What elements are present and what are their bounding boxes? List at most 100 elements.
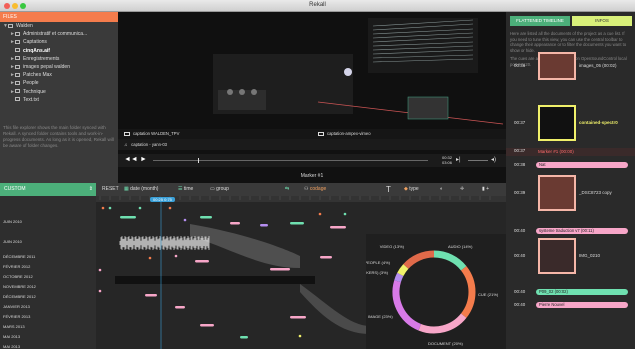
cue-time: 00:38 <box>514 162 526 167</box>
donut-label: OTHER (MARKERS) (3%) <box>366 270 389 275</box>
folder-icon <box>15 31 20 36</box>
donut-label: PEOPLE (4%) <box>366 260 391 265</box>
next-button[interactable]: ▸| <box>456 156 461 163</box>
audio-item[interactable]: ♫ captation - yann-03 <box>118 139 506 150</box>
cue-thumbnail <box>538 238 576 274</box>
folder-icon <box>8 23 13 28</box>
move-icon[interactable]: ✛ <box>460 183 464 196</box>
window-title: Rekall <box>309 2 326 8</box>
date-sort-button[interactable]: ▦ date (month) <box>124 183 158 196</box>
document-dot <box>98 289 102 293</box>
document-pill <box>200 324 214 327</box>
document-pill <box>195 260 209 263</box>
cue-item[interactable]: 00:36 images_05 (00:02) <box>506 52 635 80</box>
document-dot <box>183 218 187 222</box>
donut-label: DOCUMENT (20%) <box>428 341 463 346</box>
file-tree-item[interactable]: ► Captations <box>0 38 118 46</box>
file-tree-item[interactable]: ► Technique <box>0 88 118 96</box>
transport-bar: ◄◄ ► 00:32 03:06 ▸| ◂) <box>118 154 506 167</box>
document-pill <box>290 222 304 225</box>
timeline-view[interactable]: JUIN 2010 JUIN 2010 DÉCEMBRE 2011 FÉVRIER 2… <box>0 196 506 349</box>
play-button[interactable]: ► <box>140 156 147 163</box>
cue-time: 00:40 <box>514 253 526 258</box>
file-tree-item[interactable]: ▼ Walden <box>0 22 118 30</box>
video-preview[interactable]: captation WALDEN_TPV captation-ampex-vim… <box>118 12 506 139</box>
type-button[interactable]: ◆ type <box>404 183 419 196</box>
video-item-1[interactable]: captation WALDEN_TPV <box>124 129 179 139</box>
file-tree-item[interactable]: ► Patches Max <box>0 71 118 79</box>
text-tool-icon[interactable]: T <box>386 183 391 196</box>
donut-label: AUDIO (14%) <box>448 244 473 249</box>
video-item-2[interactable]: captation-ampex-vimeo <box>318 129 371 139</box>
file-tree: ▼ Walden ► Administratif et communica... ► Ca… <box>0 22 118 104</box>
binoculars-icon: ⚇ <box>304 186 309 192</box>
file-tree-item[interactable]: ► images pepal walden <box>0 63 118 71</box>
document-pill <box>290 316 306 319</box>
document-pill <box>120 216 136 219</box>
folder-icon <box>15 80 20 85</box>
tab-infos[interactable]: INFOS <box>572 16 632 26</box>
marker-label: Marker #1 <box>118 169 506 183</box>
calendar-icon: ▦ <box>124 186 129 192</box>
volume-slider[interactable] <box>468 160 488 161</box>
volume-icon[interactable]: ◂) <box>491 156 496 163</box>
file-tree-item[interactable]: ► People <box>0 79 118 87</box>
chevron-down-icon: ⇕ <box>88 186 93 192</box>
cue-pill: Nat <box>536 162 628 168</box>
cue-item[interactable]: 00:40 P09_02 (00:02) <box>506 289 635 297</box>
file-explorer-note: This file explorer shows the main folder… <box>3 125 114 148</box>
timeline-toolbar: CUSTOM ⇕ RESET ▦ date (month) ☰ time ▭ gr… <box>0 183 506 196</box>
cue-item[interactable]: 00:38 Nat <box>506 162 635 170</box>
cue-time: 00:39 <box>514 190 526 195</box>
seek-handle[interactable] <box>198 158 199 163</box>
time-sort-button[interactable]: ☰ time <box>178 183 193 196</box>
donut-label: IMAGE (23%) <box>368 314 393 319</box>
cue-item[interactable]: 00:37 Marker #1 (00:00) <box>506 148 635 156</box>
palette-icon[interactable]: ◐ <box>440 183 443 196</box>
video-frame <box>118 12 506 139</box>
tab-flattened-timeline[interactable]: FLATTENED TIMELINE <box>510 16 570 26</box>
video-icon <box>318 131 324 136</box>
donut-label: VIDEO (13%) <box>380 244 405 249</box>
document-dot <box>174 254 178 258</box>
document-dot <box>168 206 172 210</box>
cue-thumbnail <box>538 175 576 211</box>
file-tree-item[interactable]: ► Administratif et communica... <box>0 30 118 38</box>
group-button[interactable]: ▭ group <box>210 183 229 196</box>
cue-item[interactable]: 00:40 systeme traduction v7 (00:11) <box>506 228 635 236</box>
folder-icon <box>15 97 20 102</box>
cue-item[interactable]: 00:40 Pierre Nouvel <box>506 302 635 310</box>
cue-item[interactable]: 00:39 _DSC8723 copy <box>506 175 635 211</box>
donut-slice <box>394 272 404 283</box>
cue-item[interactable]: 00:37 contained-spectr0 <box>506 105 635 141</box>
flow-band <box>300 284 370 334</box>
cue-pill: Pierre Nouvel <box>536 302 628 308</box>
export-button[interactable]: ▮ + <box>482 183 489 196</box>
cue-pill: P09_02 (00:02) <box>536 289 628 295</box>
codage-button[interactable]: ⚇ codage <box>304 183 326 196</box>
reset-button[interactable]: RESET <box>102 183 119 196</box>
document-pill <box>330 226 346 229</box>
file-explorer: FILES ▼ Walden ► Administratif et communica… <box>0 12 118 183</box>
donut-slice <box>397 264 409 277</box>
view-toggle-icon[interactable]: ⇆ <box>285 183 289 196</box>
cue-item[interactable]: 00:40 IMG_0210 <box>506 238 635 274</box>
cue-time: 00:40 <box>514 302 526 307</box>
document-dot <box>138 206 142 210</box>
rewind-button[interactable]: ◄◄ <box>124 156 138 163</box>
filter-select[interactable]: CUSTOM ⇕ <box>0 183 96 196</box>
file-tree-item[interactable]: cinqAns.aif <box>0 47 118 55</box>
document-dot <box>101 206 105 210</box>
seek-bar[interactable] <box>153 160 428 161</box>
document-pill <box>145 294 157 297</box>
document-pill <box>175 306 185 309</box>
document-dot <box>318 212 322 216</box>
file-icon: ▮ <box>482 186 485 192</box>
empty-row <box>115 276 315 284</box>
paint-icon: ◆ <box>404 186 408 192</box>
document-dot <box>343 212 347 216</box>
file-tree-item[interactable]: Text.txt <box>0 96 118 104</box>
document-dot <box>298 334 302 338</box>
folder-icon <box>15 72 20 77</box>
file-tree-item[interactable]: ► Enregistrements <box>0 55 118 63</box>
